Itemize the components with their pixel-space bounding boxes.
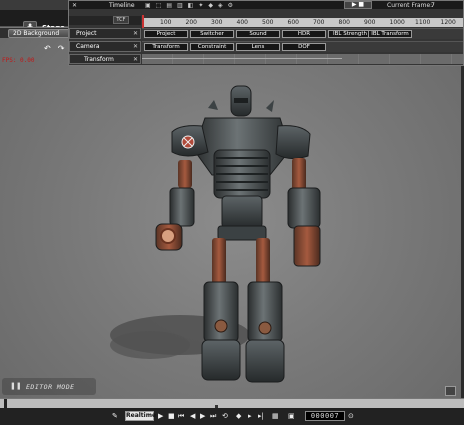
stage-panel: ♣ Stage 2D Background [0,0,70,38]
loop-icon[interactable]: ⟲ [222,412,228,420]
robot-right-leg [245,238,285,383]
timeline-row-project: Project ✕ Project Switcher Sound HDR IBL Str… [69,28,463,39]
timeline-title-bar: ✕ Timeline ▣⬚▤▥◧✦◆◈⚙ ▶ ■ Current Frame: … [69,1,463,9]
ruler-tick-label: 900 [364,19,376,26]
row-label-camera-text: Camera [76,43,100,50]
timeline-button-dof[interactable]: DOF [282,43,326,51]
realtime-button[interactable]: Realtime [125,411,156,421]
robot-head [208,85,274,117]
editor-mode-badge[interactable]: ❚❚ EDITOR MODE [2,378,96,395]
timeline-toolbar-icons[interactable]: ▣⬚▤▥◧✦◆◈⚙ [145,2,238,9]
background-tab-label[interactable]: 2D Background [8,29,70,38]
close-icon[interactable]: ✕ [72,2,77,9]
row-track-camera[interactable]: Transform Constraint Lens DOF [142,41,463,52]
editor-mode-label: EDITOR MODE [26,383,75,391]
stage-tab-strip: ♣ Stage [0,10,70,35]
timeline-row-transform: Transform ✕ [69,54,463,64]
close-icon[interactable]: ✕ [133,55,138,64]
timeline-button-transform[interactable]: Transform [144,43,188,51]
3d-viewport[interactable]: ♣ Stage 2D Background FPS: 0.00 ↶ ↷ ✕ Tim… [0,0,464,398]
robot-right-shoulder [275,125,311,160]
ruler-tick-label: 100 [160,19,172,26]
stop-icon[interactable]: ■ [168,412,175,420]
ruler-tick-label: 1100 [415,19,431,26]
row-label-transform-text: Transform [84,56,114,63]
timeline-button-switcher[interactable]: Switcher [190,30,234,38]
timeline-ruler-bar[interactable]: 1002003004005006007008009001000110012001… [142,18,463,27]
background-tab[interactable]: 2D Background [0,27,70,38]
ruler-tick-label: 200 [185,19,197,26]
close-icon[interactable]: ✕ [133,42,138,51]
ruler-mode-button[interactable]: TCF [113,16,129,24]
save-icon[interactable]: ▦ [272,412,279,420]
row-label-project[interactable]: Project ✕ [69,28,141,39]
timeline-ruler: TCF 100 200 300 400 500 600 700 800 900 1000 1100 1… [69,11,463,31]
fps-readout: FPS: 0.00 [2,57,35,64]
ruler-tick-label: 400 [236,19,248,26]
fullscreen-icon[interactable] [445,386,456,396]
keyframe-line [142,58,342,59]
current-frame-label: Current Frame: [387,2,433,9]
options-icon[interactable]: ⊙ [348,412,354,420]
scrubber-handle[interactable] [4,399,7,409]
ruler-tick-label: 700 [313,19,325,26]
transform-keyframe-track[interactable] [142,54,463,64]
skip-start-icon[interactable]: ⏮ [178,412,184,421]
end-icon[interactable]: ▸| [258,412,264,420]
step-back-icon[interactable]: ◀ [190,412,195,420]
next-marker-icon[interactable]: ▸ [248,412,252,420]
robot-left-leg [201,238,241,381]
robot-shadow-2 [110,331,190,359]
robot-right-arm [287,158,321,267]
undo-icon[interactable]: ↶ [44,44,51,53]
step-forward-icon[interactable]: ▶ [200,412,205,420]
pause-icon: ❚❚ [10,382,22,390]
row-label-transform[interactable]: Transform ✕ [69,54,141,64]
timeline-panel: ✕ Timeline ▣⬚▤▥◧✦◆◈⚙ ▶ ■ Current Frame: … [68,0,464,66]
marker-icon[interactable]: ◆ [236,412,241,420]
brush-icon[interactable]: ✎ [112,412,118,420]
timeline-scrubber[interactable] [0,398,464,409]
play-icon[interactable]: ▶ [158,412,163,420]
robot-torso [193,117,291,241]
frame-counter: 000007 [305,411,345,421]
robot-left-arm [155,160,195,251]
close-icon[interactable]: ✕ [133,29,138,38]
timeline-button-ibl-transform[interactable]: IBL Transform [368,30,412,38]
ruler-tick-label: 1200 [440,19,456,26]
camera-icon[interactable]: ▣ [288,412,295,420]
timeline-play-button[interactable]: ▶ ■ [344,1,372,9]
ruler-tick-label: 600 [287,19,299,26]
ruler-tick-label: 300 [211,19,223,26]
ruler-tick-label: 800 [338,19,350,26]
playback-bar: ✎ Realtime ▶ ■ ⏮ ◀ ▶ ⏭ ⟲ ◆ ▸ ▸| ▦ ▣ 0000… [0,398,464,425]
scrubber-marker [215,405,218,408]
skip-end-icon[interactable]: ⏭ [210,412,216,421]
timeline-button-constraint[interactable]: Constraint [190,43,234,51]
timeline-button-lens[interactable]: Lens [236,43,280,51]
ruler-tick-label: 1000 [389,19,405,26]
timeline-row-camera: Camera ✕ Transform Constraint Lens DOF [69,41,463,52]
playback-controls: ✎ Realtime ▶ ■ ⏮ ◀ ▶ ⏭ ⟲ ◆ ▸ ▸| ▦ ▣ 0000… [0,409,464,423]
timeline-button-hdr[interactable]: HDR [282,30,326,38]
timeline-button-ibl-strength[interactable]: IBL Strength [328,30,372,38]
robot-left-shoulder [171,125,209,157]
timeline-button-project[interactable]: Project [144,30,188,38]
ruler-tick-label: 500 [262,19,274,26]
row-label-camera[interactable]: Camera ✕ [69,41,141,52]
row-label-project-text: Project [76,30,97,37]
row-track-project[interactable]: Project Switcher Sound HDR IBL Strength IBL T… [142,28,463,39]
current-frame-value: 7 [431,2,435,9]
timeline-button-sound[interactable]: Sound [236,30,280,38]
redo-icon[interactable]: ↷ [58,44,65,53]
timeline-ruler-left: TCF [69,16,141,25]
timeline-title: Timeline [109,2,135,9]
